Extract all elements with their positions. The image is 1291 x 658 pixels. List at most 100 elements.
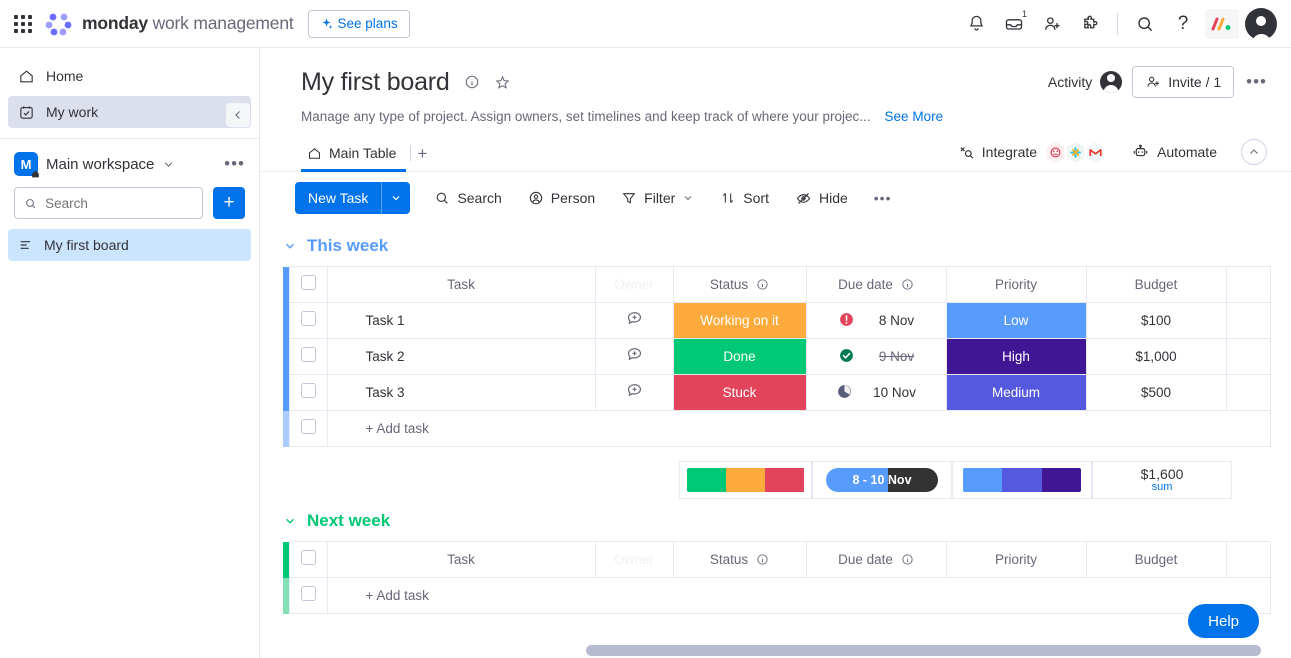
row-checkbox-cell[interactable]: [288, 338, 328, 375]
status-cell[interactable]: Working on it: [672, 302, 807, 339]
new-task-button[interactable]: New Task: [295, 182, 411, 214]
select-all-checkbox-cell[interactable]: [288, 266, 328, 303]
sort-button[interactable]: Sort: [710, 182, 779, 214]
help-button[interactable]: Help: [1188, 604, 1259, 638]
tab-main-table[interactable]: Main Table: [301, 145, 407, 172]
invite-member-icon[interactable]: [1036, 8, 1068, 40]
bell-icon[interactable]: [960, 8, 992, 40]
invite-button[interactable]: Invite / 1: [1132, 66, 1235, 98]
select-all-checkbox[interactable]: [300, 549, 316, 565]
select-all-checkbox-cell[interactable]: [288, 541, 328, 578]
add-task-checkbox[interactable]: [300, 418, 316, 434]
info-icon[interactable]: [464, 74, 480, 90]
table-row[interactable]: Task 3 Stuck 10 Nov Medium $500: [283, 374, 1271, 411]
see-plans-button[interactable]: See plans: [307, 9, 410, 38]
sidebar-item-home[interactable]: Home: [8, 60, 251, 92]
filter-button[interactable]: Filter: [611, 182, 704, 214]
priority-cell[interactable]: Low: [945, 302, 1087, 339]
column-header-add[interactable]: [1225, 266, 1271, 303]
budget-summary-cell[interactable]: $1,600 sum: [1092, 461, 1232, 499]
search-input[interactable]: [45, 195, 193, 211]
column-header-due-date[interactable]: Due date: [805, 541, 947, 578]
priority-cell[interactable]: High: [945, 338, 1087, 375]
row-checkbox-cell[interactable]: [288, 302, 328, 339]
search-icon[interactable]: [1129, 8, 1161, 40]
hide-button[interactable]: Hide: [785, 182, 858, 214]
workspace-more-options-icon[interactable]: •••: [224, 154, 245, 174]
priority-cell[interactable]: Medium: [945, 374, 1087, 411]
puzzle-icon[interactable]: [1074, 8, 1106, 40]
collapse-header-button[interactable]: [1241, 139, 1267, 165]
add-update-icon[interactable]: [594, 374, 674, 411]
add-task-row[interactable]: + Add task: [283, 410, 1271, 447]
column-header-owner[interactable]: Owner: [594, 541, 674, 578]
search-input-wrapper[interactable]: [14, 187, 203, 219]
see-more-link[interactable]: See More: [885, 109, 944, 124]
column-header-budget[interactable]: Budget: [1085, 266, 1227, 303]
add-task-checkbox-cell[interactable]: [288, 577, 328, 614]
table-row[interactable]: Task 1 Working on it 8 Nov Low $100: [283, 302, 1271, 339]
add-task-button[interactable]: + Add task: [326, 577, 1271, 614]
column-header-priority[interactable]: Priority: [945, 266, 1087, 303]
chevron-down-icon[interactable]: [162, 158, 175, 171]
add-board-button[interactable]: +: [213, 187, 245, 219]
column-header-add[interactable]: [1225, 541, 1271, 578]
column-header-due-date[interactable]: Due date: [805, 266, 947, 303]
automate-button[interactable]: Automate: [1131, 144, 1217, 161]
column-header-task[interactable]: Task: [326, 266, 596, 303]
row-checkbox-cell[interactable]: [288, 374, 328, 411]
chevron-down-icon[interactable]: [382, 192, 410, 204]
status-cell[interactable]: Stuck: [672, 374, 807, 411]
add-task-button[interactable]: + Add task: [326, 410, 1271, 447]
column-header-priority[interactable]: Priority: [945, 541, 1087, 578]
status-cell[interactable]: Done: [672, 338, 807, 375]
row-checkbox[interactable]: [300, 382, 316, 398]
user-avatar[interactable]: [1245, 7, 1277, 44]
more-options-button[interactable]: •••: [864, 182, 902, 214]
task-name[interactable]: Task 1: [326, 302, 596, 339]
inbox-icon[interactable]: 1: [998, 8, 1030, 40]
budget-cell[interactable]: $1,000: [1085, 338, 1227, 375]
sidebar-collapse-button[interactable]: [226, 103, 250, 127]
task-name[interactable]: Task 3: [326, 374, 596, 411]
priority-summary-cell[interactable]: [952, 461, 1092, 499]
question-mark-icon[interactable]: ?: [1167, 8, 1199, 40]
favorite-star-icon[interactable]: [494, 74, 511, 91]
column-header-status[interactable]: Status: [672, 266, 807, 303]
column-header-budget[interactable]: Budget: [1085, 541, 1227, 578]
monday-logo-icon[interactable]: [1205, 8, 1239, 39]
search-button[interactable]: Search: [424, 182, 511, 214]
gmail-icon[interactable]: [1083, 139, 1107, 165]
add-update-icon[interactable]: [594, 302, 674, 339]
task-name[interactable]: Task 2: [326, 338, 596, 375]
person-filter-button[interactable]: Person: [518, 182, 605, 214]
budget-cell[interactable]: $500: [1085, 374, 1227, 411]
workspace-selector[interactable]: M Main workspace •••: [0, 147, 259, 181]
horizontal-scrollbar[interactable]: [586, 645, 1261, 656]
apps-grid-icon[interactable]: [12, 13, 34, 35]
add-task-row[interactable]: + Add task: [283, 577, 1271, 614]
select-all-checkbox[interactable]: [300, 274, 316, 290]
board-more-options-icon[interactable]: •••: [1246, 72, 1267, 92]
integrate-button[interactable]: Integrate: [958, 144, 1037, 161]
add-update-icon[interactable]: [594, 338, 674, 375]
add-task-checkbox[interactable]: [300, 585, 316, 601]
sidebar-item-my-work[interactable]: My work: [8, 96, 251, 128]
column-header-status[interactable]: Status: [672, 541, 807, 578]
row-checkbox[interactable]: [300, 310, 316, 326]
table-row[interactable]: Task 2 Done 9 Nov High $1,000: [283, 338, 1271, 375]
activity-button[interactable]: Activity: [1048, 71, 1123, 93]
group-title-next-week[interactable]: Next week: [283, 511, 1291, 531]
due-date-summary-cell[interactable]: 8 - 10 Nov: [812, 461, 952, 499]
add-tab-button[interactable]: +: [417, 144, 427, 171]
add-task-checkbox-cell[interactable]: [288, 410, 328, 447]
due-date-cell[interactable]: 10 Nov: [805, 374, 947, 411]
status-summary-cell[interactable]: [679, 461, 812, 499]
column-header-owner[interactable]: Owner: [594, 266, 674, 303]
sidebar-item-my-first-board[interactable]: My first board: [8, 229, 251, 261]
due-date-cell[interactable]: 9 Nov: [805, 338, 947, 375]
column-header-task[interactable]: Task: [326, 541, 596, 578]
row-checkbox[interactable]: [300, 346, 316, 362]
due-date-cell[interactable]: 8 Nov: [805, 302, 947, 339]
budget-cell[interactable]: $100: [1085, 302, 1227, 339]
